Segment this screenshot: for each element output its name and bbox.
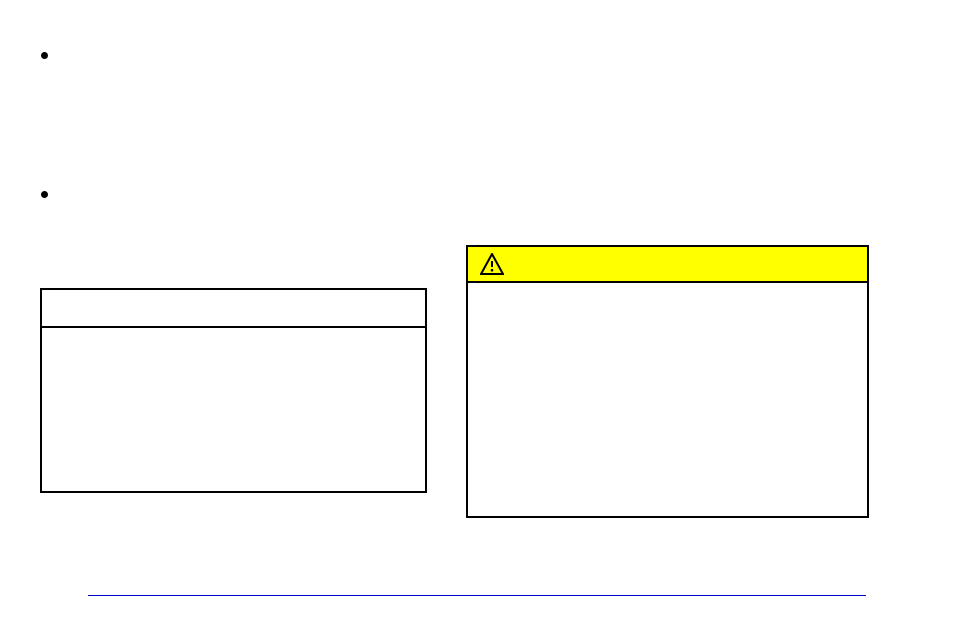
caution-box-header bbox=[468, 247, 867, 283]
caution-box bbox=[466, 245, 869, 518]
footer-separator bbox=[88, 595, 866, 596]
list-bullet bbox=[41, 191, 48, 198]
caution-box-body bbox=[468, 283, 867, 516]
note-box-header bbox=[42, 290, 425, 328]
note-box-body bbox=[42, 328, 425, 344]
note-box bbox=[40, 288, 427, 493]
list-bullet bbox=[41, 52, 48, 59]
warning-triangle-icon bbox=[480, 253, 504, 275]
